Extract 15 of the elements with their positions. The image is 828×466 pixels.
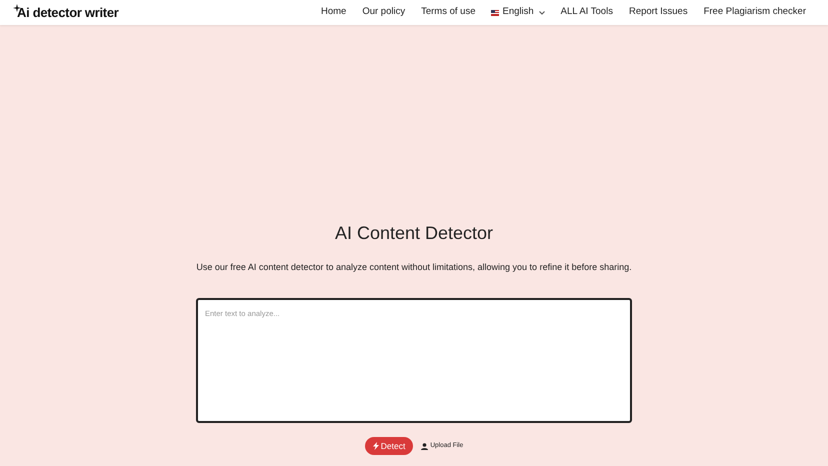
flag-icon [491, 10, 500, 16]
detect-button[interactable]: Detect [364, 437, 414, 456]
page-title: AI Content Detector [334, 223, 494, 245]
nav-link[interactable]: Our policy [362, 5, 406, 20]
nav-link[interactable]: Home [320, 5, 346, 20]
lightning-icon [372, 442, 379, 450]
user-icon [421, 442, 428, 450]
caret-icon [538, 10, 545, 14]
nav-link[interactable]: Terms of use [421, 5, 476, 20]
nav-link[interactable]: Report Issues [628, 5, 688, 20]
nav-link[interactable]: Free Plagiarism checker [704, 5, 806, 20]
nav-link[interactable]: ALL AI Tools [560, 5, 613, 20]
language-dropdown[interactable]: English [491, 5, 545, 20]
logo[interactable]: Ai detector writer [13, 2, 119, 22]
subtitle: Use our free AI content detector to analyze content without limitations, allowing you to refine it before sharing. [196, 260, 632, 274]
